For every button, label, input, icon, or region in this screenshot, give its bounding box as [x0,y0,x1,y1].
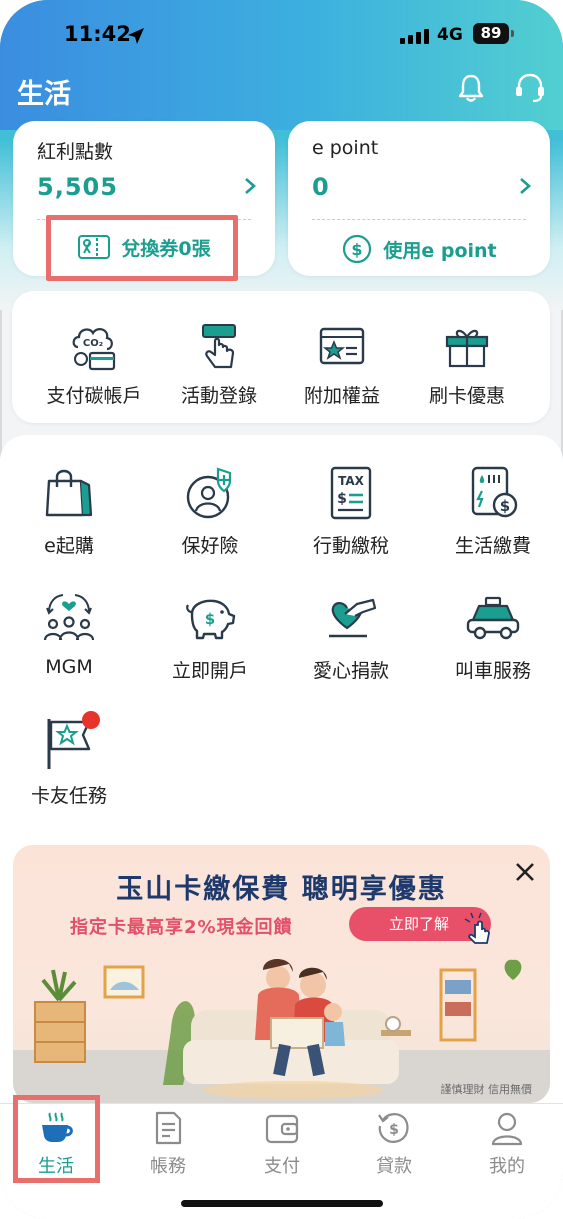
battery-icon: 89 [473,23,509,44]
bonus-points-label: 紅利點數 [37,141,114,163]
service-taxi[interactable]: 叫車服務 [438,590,548,683]
quick-card-offers[interactable]: 刷卡優惠 [402,321,532,408]
quick-extra-benefits-label: 附加權益 [303,385,380,407]
bill-icon: $ [471,466,518,518]
service-e-shop[interactable]: e起購 [14,465,124,558]
tax-icon: TAX $ [330,466,372,520]
person-icon [491,1112,523,1146]
service-donate[interactable]: 愛心捐款 [296,590,406,683]
tab-accounts-label: 帳務 [150,1156,186,1177]
banner-disclaimer: 謹慎理財 信用無價 [440,1083,533,1096]
tap-register-icon [202,324,236,369]
service-mobile-tax[interactable]: TAX $ 行動繳稅 [296,465,406,558]
chevron-right-icon[interactable] [518,177,532,195]
dollar-coin-icon: $ [343,234,372,264]
voucher-highlight-box [46,215,238,281]
donate-heart-icon [329,598,377,638]
status-bar: 11:42 4G 89 [0,18,563,54]
tab-pay-label: 支付 [264,1156,300,1177]
quick-carbon-account-label: 支付碳帳戶 [46,385,142,407]
document-icon [155,1111,182,1145]
svg-text:TAX: TAX [338,474,365,488]
loan-refresh-icon: $ [378,1113,409,1143]
tab-me-label: 我的 [489,1156,525,1177]
service-mobile-tax-label: 行動繳稅 [312,535,389,557]
service-taxi-label: 叫車服務 [454,660,531,682]
insurance-icon [186,467,232,519]
page-title: 生活 [17,79,71,110]
tab-me[interactable]: 我的 [467,1110,547,1178]
service-bill-payment-label: 生活繳費 [454,535,531,557]
star-card-icon [319,327,365,365]
epoint-label: e point [312,137,379,159]
gift-icon [445,329,489,368]
tap-hand-icon [464,912,490,944]
epoint-card[interactable]: e point 0 $ 使用e point [288,121,550,276]
svg-text:$: $ [389,1122,399,1138]
service-card-mission-label: 卡友任務 [30,785,107,807]
tab-accounts[interactable]: 帳務 [128,1110,208,1178]
quick-extra-benefits[interactable]: 附加權益 [277,321,407,408]
customer-service-icon[interactable] [513,72,547,104]
banner-cta-label: 立即了解 [389,915,450,933]
home-indicator[interactable] [181,1200,383,1207]
svg-text:$: $ [205,610,215,628]
close-icon[interactable] [514,861,536,883]
referral-icon [43,594,95,641]
battery-tip [511,30,514,37]
tab-life-highlight-box [13,1095,100,1183]
phone-screen: 11:42 4G 89 生活 紅利點數 5,505 兌換券0張 e point … [0,0,563,1219]
notification-dot [82,711,100,729]
bonus-points-value: 5,505 [37,173,118,201]
promo-banner[interactable]: 玉山卡繳保費 聰明享優惠 指定卡最高享2%現金回饋 立即了解 謹慎理財 信用無價 [13,845,550,1103]
co2-card-icon: CO₂ [72,328,116,371]
quick-carbon-account[interactable]: CO₂ 支付碳帳戶 [29,321,159,408]
card-divider [312,219,526,220]
bell-icon[interactable] [455,72,487,104]
cell-signal-icon [400,29,429,44]
chevron-right-icon[interactable] [243,177,257,195]
wallet-icon [265,1114,299,1144]
network-type: 4G [437,25,463,45]
use-epoint-button[interactable]: $ 使用e point [288,233,550,265]
quick-card-offers-label: 刷卡優惠 [428,385,505,407]
service-open-account-label: 立即開戶 [171,660,248,682]
service-mgm[interactable]: MGM [14,590,124,678]
tab-loans[interactable]: $ 貸款 [354,1110,434,1178]
service-card-mission[interactable]: 卡友任務 [14,715,124,808]
quick-event-register-label: 活動登錄 [180,385,257,407]
quick-actions-card: CO₂ 支付碳帳戶 活動登錄 附加權益 刷卡優惠 [12,291,550,423]
tab-pay[interactable]: 支付 [242,1110,322,1178]
service-open-account[interactable]: $ 立即開戶 [155,590,265,683]
piggy-bank-icon: $ [186,599,236,640]
status-time: 11:42 [64,22,131,46]
service-e-shop-label: e起購 [44,535,94,557]
svg-text:$: $ [337,491,347,507]
location-arrow-icon [128,28,144,44]
service-insurance[interactable]: 保好險 [155,465,265,558]
service-bill-payment[interactable]: $ 生活繳費 [438,465,548,558]
svg-text:$: $ [352,240,363,259]
quick-event-register[interactable]: 活動登錄 [154,321,284,408]
use-epoint-label: 使用e point [383,239,497,262]
tab-loans-label: 貸款 [376,1156,412,1177]
svg-text:$: $ [500,497,510,515]
epoint-value: 0 [312,173,330,201]
taxi-icon [466,596,520,640]
svg-text:CO₂: CO₂ [83,338,103,349]
banner-headline: 玉山卡繳保費 聰明享優惠 [116,874,447,905]
service-donate-label: 愛心捐款 [312,660,389,682]
service-insurance-label: 保好險 [181,535,239,557]
shopping-bag-icon [45,469,93,517]
service-mgm-label: MGM [45,656,93,678]
banner-subline: 指定卡最高享2%現金回饋 [70,917,293,938]
